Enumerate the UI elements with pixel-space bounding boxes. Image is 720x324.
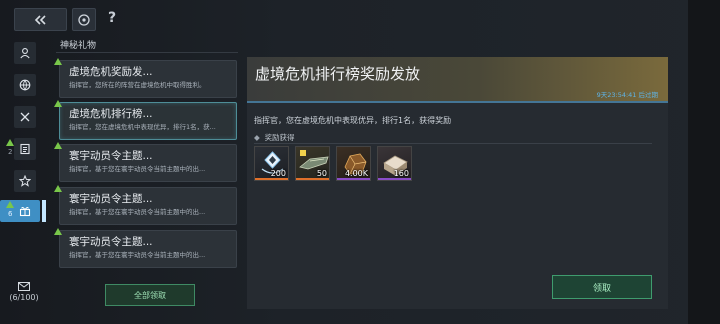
list-item[interactable]: 寰宇动员令主题... 指挥官，基于您在寰宇动员令当前主题中的出... — [54, 185, 237, 225]
detail-title: 虚境危机排行榜奖励发放 — [255, 65, 421, 83]
list-item-desc: 指挥官，您所在的阵营在虚境危机中取得胜利。 — [69, 81, 206, 89]
list-item[interactable]: 虚境危机奖励发... 指挥官，您所在的阵营在虚境危机中取得胜利。 — [54, 58, 237, 98]
divider — [56, 52, 238, 53]
reward-qty: 200 — [270, 169, 286, 178]
list-item-title: 虚境危机奖励发... — [69, 66, 153, 78]
double-chevron-left-icon — [34, 14, 46, 25]
list-item-desc: 指挥官，基于您在寰宇动员令当前主题中的出... — [69, 165, 206, 173]
nav-star[interactable] — [14, 170, 36, 192]
alert-icon — [54, 58, 62, 65]
list-item-title: 寰宇动员令主题... — [69, 193, 153, 205]
document-icon — [20, 143, 30, 155]
claim-all-button[interactable]: 全部领取 — [105, 284, 195, 306]
back-button[interactable] — [14, 8, 67, 31]
reward-qty: 160 — [393, 169, 409, 178]
rarity-bar — [255, 178, 288, 180]
rewards-label: ◆ 奖励获得 — [254, 132, 295, 143]
list-item-title: 寰宇动员令主题... — [69, 236, 153, 248]
target-button[interactable] — [72, 8, 96, 31]
character-icon — [20, 48, 30, 59]
reward-qty: 50 — [316, 169, 327, 178]
rewards-label-text: 奖励获得 — [264, 133, 295, 142]
nav-globe[interactable] — [14, 74, 36, 96]
divider — [247, 101, 668, 103]
mailbox[interactable]: (6/100) — [4, 282, 44, 302]
nav-fleet[interactable] — [14, 106, 36, 128]
alert-icon — [54, 228, 62, 235]
reward-qty: 4.00K — [344, 169, 368, 178]
list-item-selected[interactable]: 虚境危机排行榜... 指挥官，您在虚境危机中表现优异，排行1名，获... — [54, 100, 237, 140]
reward-slot[interactable]: 4.00K — [336, 146, 371, 181]
nav-character[interactable] — [14, 42, 36, 64]
star-icon — [19, 175, 31, 187]
list-item-desc: 指挥官，您在虚境危机中表现优异，排行1名，获... — [69, 123, 216, 131]
list-item-desc: 指挥官，基于您在寰宇动员令当前主题中的出... — [69, 208, 206, 216]
side-nav: 2 6 — [0, 38, 48, 288]
mail-count: (6/100) — [9, 293, 39, 302]
list-item-title: 寰宇动员令主题... — [69, 150, 153, 162]
expire-timer: 9天23:54:41 后过期 — [596, 91, 658, 99]
globe-icon — [19, 79, 31, 91]
reward-slot[interactable]: 200 — [254, 146, 289, 181]
list-item-title: 虚境危机排行榜... — [69, 108, 153, 120]
mail-icon — [18, 282, 30, 291]
list-item[interactable]: 寰宇动员令主题... 指挥官，基于您在寰宇动员令当前主题中的出... — [54, 142, 237, 182]
divider — [254, 143, 652, 144]
diamond-bullet-icon: ◆ — [254, 133, 260, 142]
alert-icon — [6, 139, 14, 146]
alert-icon — [6, 201, 14, 208]
reward-slot[interactable]: 50 — [295, 146, 330, 181]
alert-icon — [54, 185, 62, 192]
reward-slot[interactable]: 160 — [377, 146, 412, 181]
target-icon — [78, 13, 90, 26]
active-indicator — [42, 200, 46, 222]
nav-gift-badge: 6 — [8, 210, 13, 218]
gift-icon — [19, 206, 31, 217]
rarity-bar — [337, 178, 370, 180]
list-item[interactable]: 寰宇动员令主题... 指挥官，基于您在寰宇动员令当前主题中的出... — [54, 228, 237, 268]
list-title: 神秘礼物 — [60, 41, 97, 51]
fleet-icon — [20, 112, 30, 122]
rarity-bar — [296, 178, 329, 180]
nav-document-badge: 2 — [8, 148, 13, 156]
mail-detail-panel: 虚境危机排行榜奖励发放 9天23:54:41 后过期 指挥官，您在虚境危机中表现… — [247, 57, 668, 309]
screen-edge — [688, 0, 720, 324]
alert-icon — [54, 142, 62, 149]
claim-button[interactable]: 领取 — [552, 275, 652, 299]
alert-icon — [54, 100, 62, 107]
nav-document[interactable] — [14, 138, 36, 160]
list-item-desc: 指挥官，基于您在寰宇动员令当前主题中的出... — [69, 251, 206, 259]
detail-message: 指挥官，您在虚境危机中表现优异，排行1名，获得奖励 — [254, 116, 452, 125]
help-button[interactable]: ? — [104, 10, 120, 28]
rarity-bar — [378, 178, 411, 180]
